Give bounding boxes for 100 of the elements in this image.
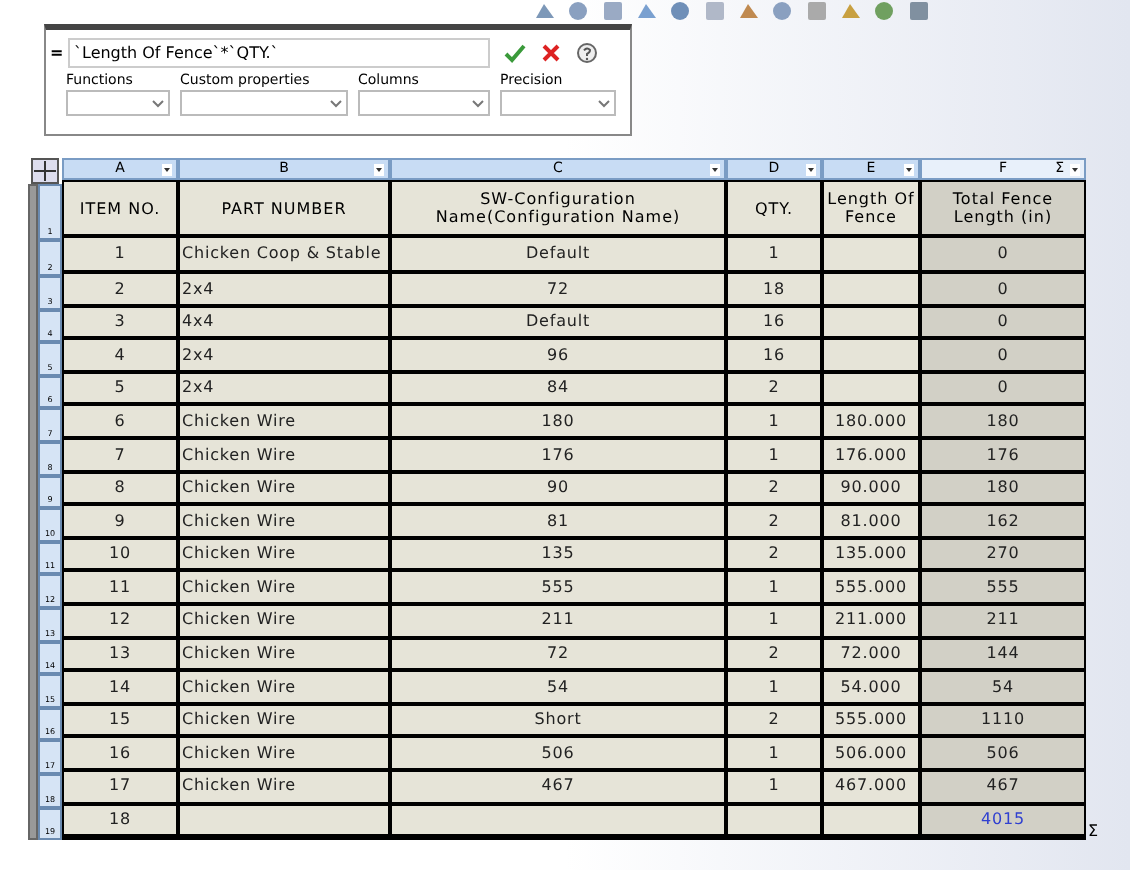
- dropdown-arrow-icon[interactable]: [806, 163, 816, 175]
- dropdown-arrow-icon[interactable]: [1070, 163, 1080, 175]
- table-cell: 72: [390, 637, 726, 671]
- table-cell: 84: [390, 371, 726, 405]
- toolbar-icon[interactable]: [600, 0, 626, 22]
- table-cell: 467: [920, 769, 1086, 803]
- table-cell: Chicken Wire: [178, 404, 390, 438]
- table-cell: 1: [726, 437, 822, 472]
- table-cell: 1: [726, 670, 822, 704]
- table-cell: Chicken Wire: [178, 637, 390, 671]
- table-cell: 4x4: [178, 305, 390, 339]
- toolbar-icon[interactable]: [736, 0, 762, 22]
- table-cell: [822, 305, 920, 339]
- table-cell: 211: [920, 603, 1086, 638]
- table-cell: Short: [390, 703, 726, 737]
- close-icon[interactable]: [542, 44, 560, 62]
- table-cell: 2: [726, 703, 822, 737]
- table-cell: 16: [62, 736, 178, 770]
- table-cell: 2: [726, 471, 822, 505]
- table-cell: [822, 338, 920, 372]
- table-cell: 10: [62, 537, 178, 571]
- toolbar-icon[interactable]: [872, 0, 898, 22]
- table-cell: 90: [390, 471, 726, 505]
- table-cell: 18: [62, 803, 178, 837]
- table-cell: Chicken Wire: [178, 437, 390, 472]
- dropdown-arrow-icon[interactable]: [162, 163, 172, 175]
- table-cell: 0: [920, 371, 1086, 405]
- table-cell: 555.000: [822, 703, 920, 737]
- dropdown[interactable]: [358, 90, 490, 116]
- table-cell: 180: [920, 471, 1086, 505]
- toolbar-icon[interactable]: [770, 0, 796, 22]
- column-header: QTY.: [726, 180, 822, 236]
- column-header: SW-Configuration Name(Configuration Name): [390, 180, 726, 236]
- table-cell: 81: [390, 504, 726, 538]
- table-cell: 16: [726, 305, 822, 339]
- column-header: PART NUMBER: [178, 180, 390, 236]
- check-icon[interactable]: [504, 43, 526, 63]
- dropdown-arrow-icon[interactable]: [710, 163, 720, 175]
- table-cell: 506.000: [822, 736, 920, 770]
- sum-symbol: Σ: [1088, 822, 1099, 841]
- table-cell: 467: [390, 769, 726, 803]
- table-cell: 2x4: [178, 338, 390, 372]
- table-cell: 54: [920, 670, 1086, 704]
- column-header: Length Of Fence: [822, 180, 920, 236]
- table-cell: 1: [726, 570, 822, 604]
- toolbar-icon[interactable]: [906, 0, 932, 22]
- table-cell: 2: [726, 371, 822, 405]
- table-cell: 2: [62, 272, 178, 306]
- toolbar-icon[interactable]: [702, 0, 728, 22]
- toolbar-icon[interactable]: [634, 0, 660, 22]
- table-cell: Chicken Wire: [178, 537, 390, 571]
- table-cell: 211.000: [822, 603, 920, 638]
- table-cell: [822, 371, 920, 405]
- table-cell: 555.000: [822, 570, 920, 604]
- table-cell: 6: [62, 404, 178, 438]
- table-cell: Chicken Wire: [178, 769, 390, 803]
- table-cell: 180: [920, 404, 1086, 438]
- table-cell: 2: [726, 637, 822, 671]
- help-icon[interactable]: [576, 42, 598, 64]
- table-cell: 2x4: [178, 272, 390, 306]
- table-cell: 12: [62, 603, 178, 638]
- dropdown-arrow-icon[interactable]: [904, 163, 914, 175]
- toolbar-icon[interactable]: [566, 0, 592, 22]
- table-cell: Chicken Wire: [178, 703, 390, 737]
- table-cell: [822, 272, 920, 306]
- table-cell: 0: [920, 272, 1086, 306]
- table-cell: Chicken Wire: [178, 603, 390, 638]
- column-header: ITEM NO.: [62, 180, 178, 236]
- formula-field[interactable]: `Length Of Fence`*`QTY.`: [68, 38, 490, 68]
- table-cell: 1110: [920, 703, 1086, 737]
- table-cell: 1: [726, 404, 822, 438]
- table-cell: 1: [62, 236, 178, 272]
- chevron-down-icon: [598, 99, 610, 107]
- toolbar-icon[interactable]: [838, 0, 864, 22]
- table-cell: 180.000: [822, 404, 920, 438]
- table-cell: 81.000: [822, 504, 920, 538]
- table-cell: 211: [390, 603, 726, 638]
- table-cell: 2: [726, 504, 822, 538]
- dropdown[interactable]: [180, 90, 348, 116]
- dropdown[interactable]: [500, 90, 616, 116]
- table-cell: 1: [726, 236, 822, 272]
- table-cell: 176.000: [822, 437, 920, 472]
- table-cell: 16: [726, 338, 822, 372]
- toolbar-icon[interactable]: [668, 0, 694, 22]
- table-cell: Chicken Wire: [178, 736, 390, 770]
- dropdown-arrow-icon[interactable]: [374, 163, 384, 175]
- table-cell: 3: [62, 305, 178, 339]
- table-cell: 467.000: [822, 769, 920, 803]
- table-cell: 4: [62, 338, 178, 372]
- table-cell: 162: [920, 504, 1086, 538]
- table-cell: Chicken Wire: [178, 504, 390, 538]
- dropdown[interactable]: [66, 90, 170, 116]
- table-cell: [822, 236, 920, 272]
- table-cell: 90.000: [822, 471, 920, 505]
- table-cell: Chicken Wire: [178, 471, 390, 505]
- table-cell: 1: [726, 603, 822, 638]
- move-handle-icon[interactable]: [28, 158, 62, 184]
- toolbar-icon[interactable]: [804, 0, 830, 22]
- table-cell: 54: [390, 670, 726, 704]
- table-cell: 180: [390, 404, 726, 438]
